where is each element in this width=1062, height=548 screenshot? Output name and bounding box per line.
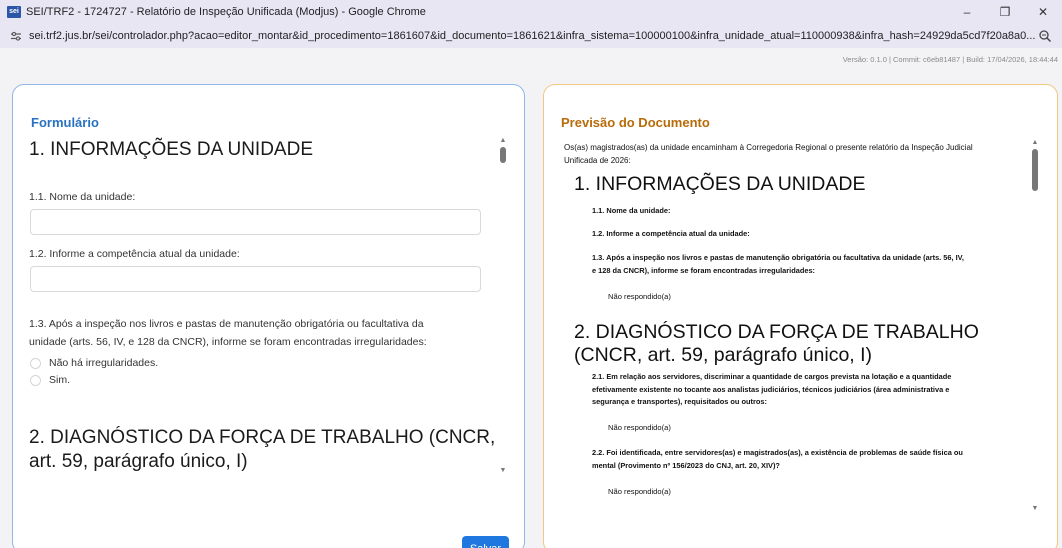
preview-heading: Previsão do Documento: [561, 115, 710, 130]
radio-circle[interactable]: [30, 374, 41, 386]
scroll-down-icon[interactable]: ▼: [499, 467, 507, 475]
radio-circle[interactable]: [30, 357, 41, 369]
restore-button[interactable]: ❐: [986, 0, 1024, 24]
url-field[interactable]: sei.trf2.jus.br/sei/controlador.php?acao…: [29, 30, 1039, 42]
preview-intro-line2: Unificada de 2026:: [564, 156, 631, 165]
unit-name-input[interactable]: [30, 209, 481, 235]
form-scrollbar[interactable]: ▲ ▼: [499, 137, 507, 475]
preview-panel: Previsão do Documento Os(as) magistrados…: [543, 84, 1058, 548]
page-content: Versão: 0.1.0 | Commit: c6eb81487 | Buil…: [0, 48, 1062, 548]
form-panel: Formulário 1. INFORMAÇÕES DA UNIDADE 1.1…: [12, 84, 525, 548]
preview-q1-3-answer: Não respondido(a): [608, 292, 671, 301]
zoom-icon[interactable]: [1038, 29, 1052, 43]
scroll-up-icon[interactable]: ▲: [499, 137, 507, 145]
radio-option-no-irregularities[interactable]: Não há irregularidades.: [30, 357, 158, 369]
version-info: Versão: 0.1.0 | Commit: c6eb81487 | Buil…: [842, 55, 1058, 64]
save-button[interactable]: Salvar: [462, 536, 509, 548]
window-controls: – ❐ ✕: [948, 0, 1062, 24]
preview-scrollbar[interactable]: ▲ ▼: [1031, 139, 1039, 513]
preview-q2-2: 2.2. Foi identificada, entre servidores(…: [592, 447, 1024, 472]
unit-competence-input[interactable]: [30, 266, 481, 292]
section-2-title-line1: 2. DIAGNÓSTICO DA FORÇA DE TRABALHO (CNC…: [29, 427, 496, 448]
q3-label-line2: unidade (arts. 56, IV, e 128 da CNCR), i…: [29, 336, 427, 348]
q2-label: 1.2. Informe a competência atual da unid…: [29, 248, 240, 260]
radio-label: Sim.: [49, 374, 70, 386]
section-2-title-line2: art. 59, parágrafo único, I): [29, 451, 248, 472]
preview-scroll-area[interactable]: Os(as) magistrados(as) da unidade encami…: [544, 133, 1044, 548]
preview-intro: Os(as) magistrados(as) da unidade encami…: [564, 141, 1034, 167]
preview-q1-3: 1.3. Após a inspeção nos livros e pastas…: [592, 252, 1024, 277]
preview-section-2-title-line1: 2. DIAGNÓSTICO DA FORÇA DE TRABALHO: [574, 321, 979, 343]
close-button[interactable]: ✕: [1024, 0, 1062, 24]
preview-section-2-title-line2: (CNCR, art. 59, parágrafo único, I): [574, 344, 873, 366]
minimize-button[interactable]: –: [948, 0, 986, 24]
scroll-thumb[interactable]: [1032, 149, 1038, 191]
preview-q2-1-answer: Não respondido(a): [608, 423, 671, 432]
scroll-thumb[interactable]: [500, 147, 506, 163]
preview-q1-2: 1.2. Informe a competência atual da unid…: [592, 229, 750, 238]
preview-q2-1-line2: efetivamente existente no tocante aos an…: [592, 384, 950, 394]
preview-q1-3-line1: 1.3. Após a inspeção nos livros e pastas…: [592, 253, 964, 262]
form-scroll-area[interactable]: 1. INFORMAÇÕES DA UNIDADE 1.1. Nome da u…: [13, 133, 511, 475]
radio-label: Não há irregularidades.: [49, 357, 159, 369]
preview-q1-3-line2: e 128 da CNCR), informe se foram encontr…: [592, 265, 816, 275]
sei-favicon-icon: sei: [7, 6, 21, 18]
window-title: SEI/TRF2 - 1724727 - Relatório de Inspeç…: [26, 6, 426, 18]
preview-q2-2-line1: 2.2. Foi identificada, entre servidores(…: [592, 448, 963, 457]
preview-section-1-title: 1. INFORMAÇÕES DA UNIDADE: [574, 173, 866, 195]
site-settings-icon[interactable]: [9, 29, 23, 43]
preview-q1-1: 1.1. Nome da unidade:: [592, 206, 671, 215]
window-titlebar: sei SEI/TRF2 - 1724727 - Relatório de In…: [0, 0, 1062, 24]
preview-intro-line1: Os(as) magistrados(as) da unidade encami…: [564, 143, 973, 152]
scroll-down-icon[interactable]: ▼: [1031, 505, 1039, 513]
q1-label: 1.1. Nome da unidade:: [29, 191, 136, 203]
preview-q2-1-line1: 2.1. Em relação aos servidores, discrimi…: [592, 372, 952, 381]
form-heading: Formulário: [31, 115, 99, 130]
address-bar: sei.trf2.jus.br/sei/controlador.php?acao…: [0, 24, 1062, 48]
preview-q2-1-line3: segurança e transportes), requisitados o…: [592, 397, 767, 406]
q3-label-line1: 1.3. Após a inspeção nos livros e pastas…: [29, 318, 424, 330]
preview-q2-1: 2.1. Em relação aos servidores, discrimi…: [592, 371, 1024, 409]
radio-option-yes[interactable]: Sim.: [30, 374, 70, 386]
section-1-title: 1. INFORMAÇÕES DA UNIDADE: [29, 139, 313, 160]
preview-q2-2-answer: Não respondido(a): [608, 487, 671, 496]
scroll-up-icon[interactable]: ▲: [1031, 139, 1039, 147]
preview-q2-2-line2: mental (Provimento nº 156/2023 do CNJ, a…: [592, 460, 780, 470]
